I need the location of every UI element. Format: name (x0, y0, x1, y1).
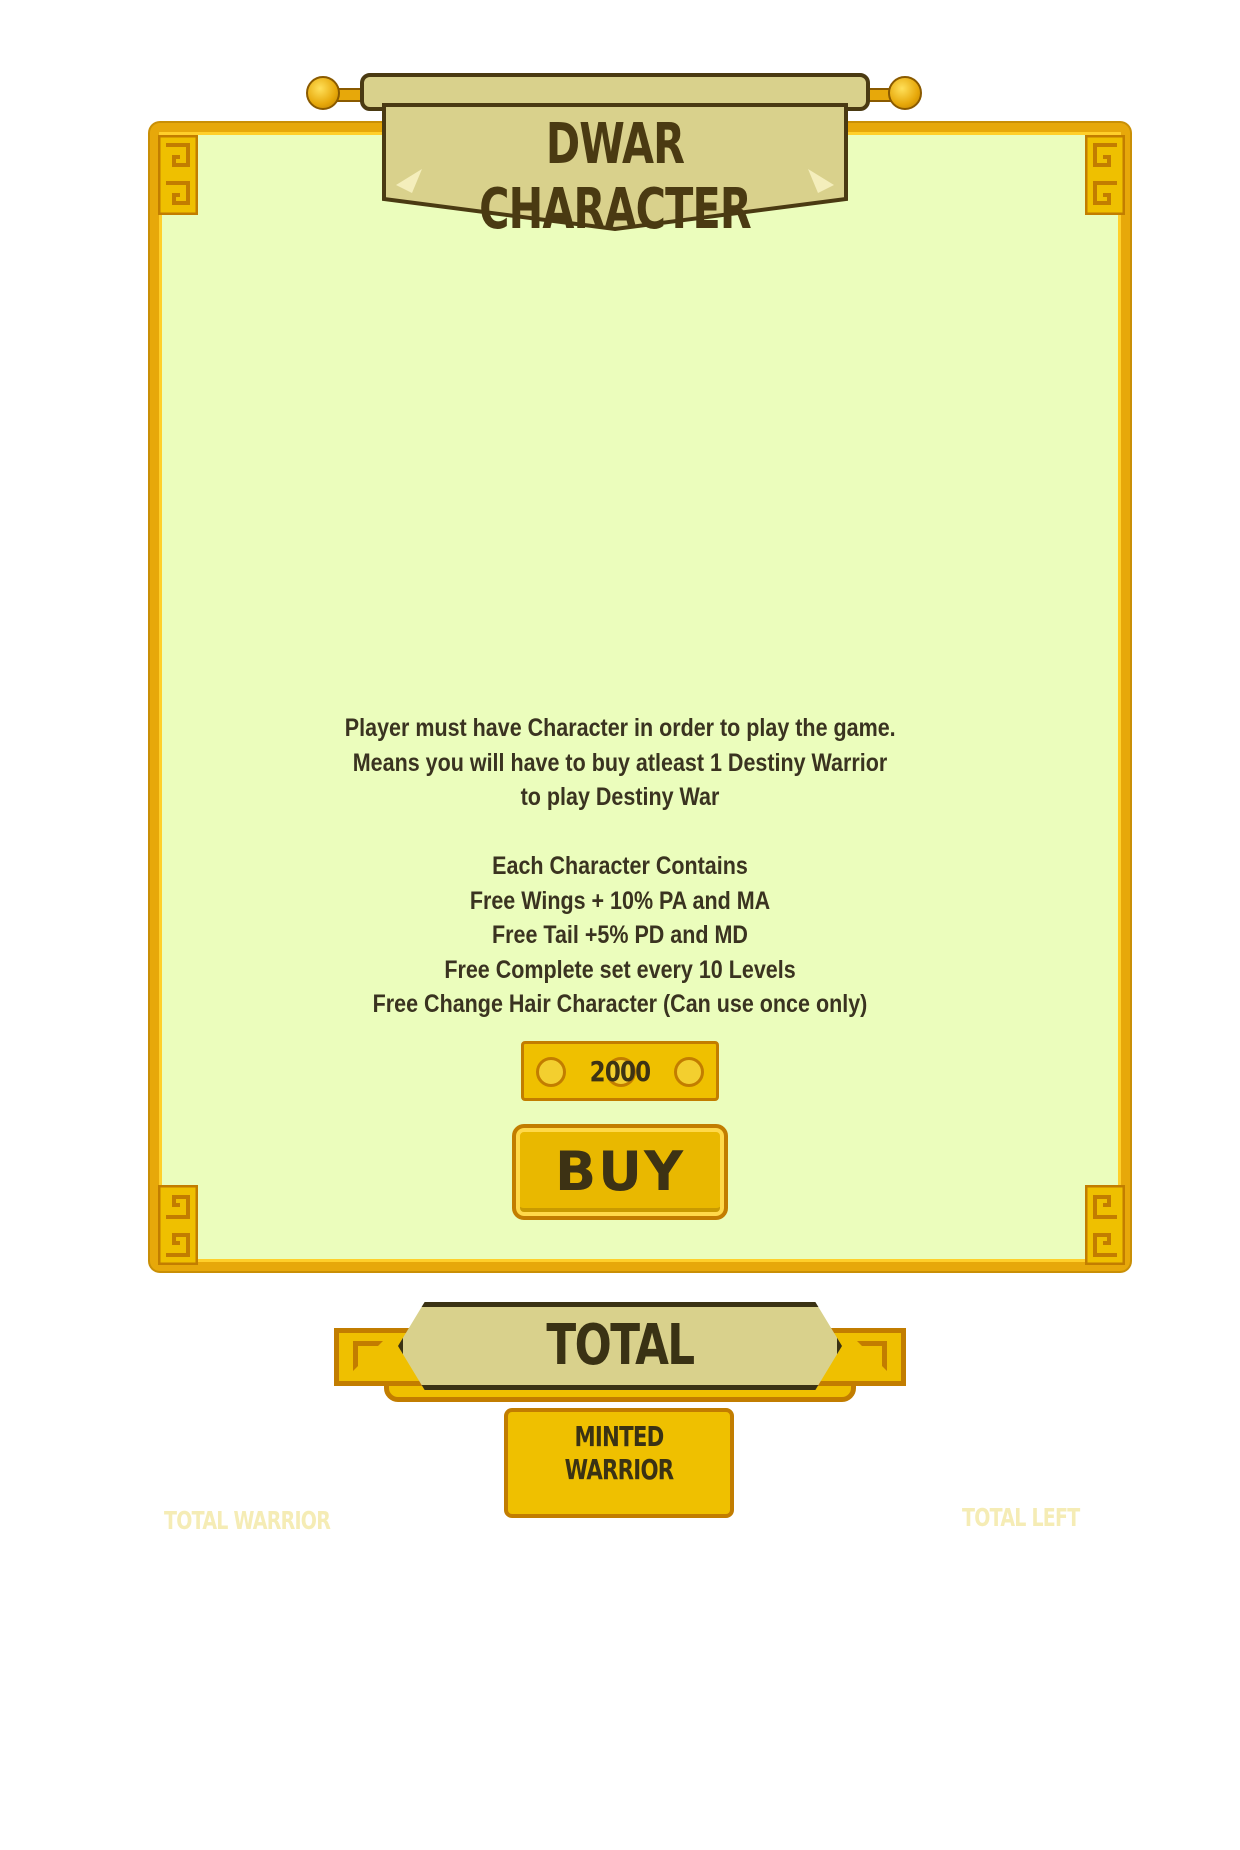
page-title: DWAR CHARACTER (479, 112, 752, 242)
ornament-icon (1085, 1185, 1125, 1265)
minted-warrior-box: MINTED WARRIOR (504, 1408, 734, 1518)
buy-button-label: BUY (554, 1140, 686, 1203)
description-line: Each Character Contains (492, 852, 748, 880)
ornament-icon (1085, 135, 1125, 215)
description-line: to play Destiny War (520, 783, 720, 811)
scroll-knob-icon (888, 76, 922, 110)
description-line: Free Complete set every 10 Levels (444, 955, 796, 984)
description-line: Free Change Hair Character (Can use once… (372, 990, 868, 1018)
description-line: Player must have Character in order to p… (344, 714, 896, 742)
price-label: 2000 $DWAR (589, 1055, 651, 1088)
character-description: Player must have Character in order to p… (300, 711, 940, 1022)
description-spacer (300, 815, 940, 850)
description-line: Means you will have to buy atleast 1 Des… (352, 748, 888, 777)
total-left-label: TOTAL LEFT (962, 1503, 1080, 1532)
ornament-icon (158, 1185, 198, 1265)
description-line: Free Wings + 10% PA and MA (469, 886, 771, 915)
buy-button[interactable]: BUY (512, 1124, 728, 1220)
price-tag: 2000 $DWAR (521, 1041, 719, 1101)
ornament-icon (158, 135, 198, 215)
scroll-knob-icon (306, 76, 340, 110)
description-line: Free Tail +5% PD and MD (492, 921, 748, 949)
total-warrior-label: TOTAL WARRIOR (164, 1506, 331, 1535)
minted-warrior-label: MINTED WARRIOR (564, 1420, 675, 1486)
